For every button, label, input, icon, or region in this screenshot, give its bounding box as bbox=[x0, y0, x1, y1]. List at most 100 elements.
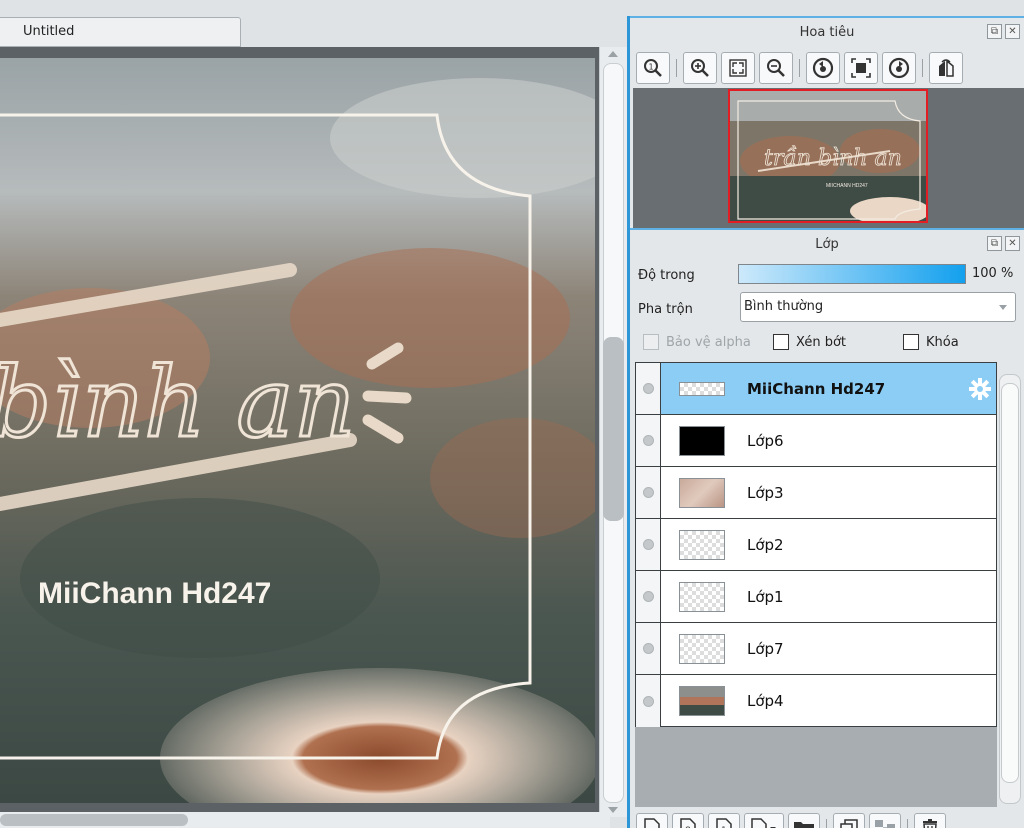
layer-list: MiiChann Hd247 Lớp6 Lớp3 Lớp2 Lớp1 Lớp7 … bbox=[635, 362, 997, 727]
visibility-icon bbox=[642, 435, 654, 446]
close-icon[interactable]: ✕ bbox=[1005, 236, 1020, 251]
zoom-in-button[interactable] bbox=[683, 52, 717, 84]
new-layer-button[interactable] bbox=[636, 813, 668, 828]
layer-row[interactable]: Lớp2 bbox=[636, 519, 996, 571]
rotate-right-button[interactable] bbox=[882, 52, 916, 84]
blend-mode-select[interactable]: Bình thường bbox=[740, 292, 1016, 322]
visibility-toggle[interactable] bbox=[636, 623, 661, 674]
protect-alpha-checkbox[interactable]: Bảo vệ alpha bbox=[643, 334, 751, 350]
visibility-toggle[interactable] bbox=[636, 675, 661, 727]
canvas[interactable]: bình an MiiChann Hd247 bbox=[0, 58, 595, 803]
scroll-up-icon[interactable] bbox=[608, 51, 618, 57]
rotate-right-icon bbox=[888, 57, 910, 79]
layer-row[interactable]: Lớp7 bbox=[636, 623, 996, 675]
layer-panel: Lớp ⧉ ✕ Độ trong 100 % Pha trộn Bình thư… bbox=[630, 228, 1024, 828]
visibility-icon bbox=[642, 695, 654, 707]
folder-icon bbox=[794, 822, 814, 828]
opacity-slider[interactable] bbox=[738, 264, 966, 284]
document-tab[interactable]: Untitled bbox=[0, 17, 241, 47]
rotate-left-button[interactable] bbox=[806, 52, 840, 84]
layer-thumbnail bbox=[679, 581, 725, 612]
new-8bit-layer-button[interactable]: 8 bbox=[672, 813, 704, 828]
layer-name: Lớp6 bbox=[747, 431, 784, 450]
clipping-label: Xén bớt bbox=[796, 334, 846, 350]
fit-window-icon bbox=[851, 58, 871, 78]
add-layer-menu-button[interactable] bbox=[744, 813, 784, 828]
layer-thumbnail bbox=[679, 477, 725, 508]
canvas-horizontal-scrollbar[interactable] bbox=[0, 812, 610, 828]
visibility-icon bbox=[642, 487, 654, 498]
scroll-thumb[interactable] bbox=[603, 337, 624, 521]
h-scroll-thumb[interactable] bbox=[0, 814, 188, 826]
8bit-layer-icon: 8 bbox=[680, 818, 696, 828]
close-icon[interactable]: ✕ bbox=[1005, 24, 1020, 39]
layer-name: Lớp7 bbox=[747, 639, 784, 658]
visibility-icon bbox=[642, 539, 654, 550]
duplicate-layer-button[interactable] bbox=[833, 813, 865, 828]
visibility-icon bbox=[642, 591, 654, 602]
chevron-down-icon bbox=[999, 305, 1007, 310]
undock-icon[interactable]: ⧉ bbox=[987, 236, 1002, 251]
visibility-toggle[interactable] bbox=[636, 571, 661, 622]
visibility-toggle[interactable] bbox=[636, 519, 661, 570]
layer-thumbnail bbox=[679, 633, 725, 664]
add-layer-icon bbox=[751, 818, 776, 828]
layer-row[interactable]: Lớp1 bbox=[636, 571, 996, 623]
svg-text:1: 1 bbox=[649, 63, 654, 72]
flip-button[interactable] bbox=[929, 52, 963, 84]
layer-thumbnail bbox=[679, 425, 725, 456]
fit-screen-button[interactable] bbox=[721, 52, 755, 84]
clipping-checkbox[interactable]: Xén bớt bbox=[773, 334, 846, 350]
rotate-left-icon bbox=[812, 57, 834, 79]
layer-name: Lớp4 bbox=[747, 692, 784, 710]
visibility-toggle[interactable] bbox=[636, 363, 661, 414]
svg-text:MIICHANN HD247: MIICHANN HD247 bbox=[826, 183, 868, 189]
document-tab-title: Untitled bbox=[23, 24, 75, 39]
navigator-view-frame[interactable]: trần bình an MIICHANN HD247 bbox=[728, 89, 928, 223]
trash-icon bbox=[923, 819, 937, 828]
script-text: bình an bbox=[0, 347, 355, 459]
layer-name: MiiChann Hd247 bbox=[747, 379, 886, 398]
blend-label: Pha trộn bbox=[638, 302, 693, 317]
undock-icon[interactable]: ⧉ bbox=[987, 24, 1002, 39]
canvas-vertical-scrollbar[interactable] bbox=[599, 47, 627, 817]
zoom-actual-button[interactable]: 1 bbox=[636, 52, 670, 84]
blend-mode-value: Bình thường bbox=[744, 299, 824, 314]
side-panels: Hoa tiêu ⧉ ✕ 1 trần bình an MIICHANN HD2… bbox=[627, 16, 1024, 828]
new-1bit-layer-button[interactable]: 1 bbox=[708, 813, 740, 828]
merge-icon bbox=[875, 820, 895, 828]
opacity-value: 100 % bbox=[972, 266, 1014, 281]
layer-row[interactable]: MiiChann Hd247 bbox=[636, 363, 996, 415]
visibility-toggle[interactable] bbox=[636, 467, 661, 518]
delete-layer-button[interactable] bbox=[914, 813, 946, 828]
layer-row[interactable]: Lớp3 bbox=[636, 467, 996, 519]
zoom-out-icon bbox=[767, 59, 785, 77]
visibility-icon bbox=[642, 383, 654, 394]
protect-alpha-label: Bảo vệ alpha bbox=[666, 334, 751, 350]
lock-checkbox[interactable]: Khóa bbox=[903, 334, 959, 350]
gear-icon[interactable] bbox=[968, 377, 992, 401]
visibility-toggle[interactable] bbox=[636, 415, 661, 466]
new-page-icon bbox=[644, 818, 660, 828]
new-folder-button[interactable] bbox=[788, 813, 820, 828]
layer-row[interactable]: Lớp6 bbox=[636, 415, 996, 467]
layer-name: Lớp1 bbox=[747, 587, 784, 606]
zoom-out-button[interactable] bbox=[759, 52, 793, 84]
zoom-in-icon bbox=[691, 59, 709, 77]
layer-thumbnail bbox=[679, 529, 725, 560]
layer-toolbar: 8 1 bbox=[636, 813, 946, 828]
merge-layer-button[interactable] bbox=[869, 813, 901, 828]
layer-scroll-thumb[interactable] bbox=[1001, 383, 1019, 783]
layer-name: Lớp3 bbox=[747, 483, 784, 502]
caption-text: MiiChann Hd247 bbox=[38, 577, 271, 610]
navigator-title: Hoa tiêu bbox=[799, 25, 855, 40]
fit-window-button[interactable] bbox=[844, 52, 878, 84]
layer-name: Lớp2 bbox=[747, 535, 784, 554]
layer-row[interactable]: Lớp4 bbox=[636, 675, 996, 727]
layer-thumbnail bbox=[679, 381, 725, 396]
layer-list-scrollbar[interactable] bbox=[999, 374, 1021, 804]
layer-list-empty-area bbox=[635, 727, 997, 807]
navigator-preview[interactable]: trần bình an MIICHANN HD247 bbox=[633, 88, 1024, 228]
lock-label: Khóa bbox=[926, 334, 959, 350]
layer-panel-title: Lớp bbox=[815, 237, 839, 252]
